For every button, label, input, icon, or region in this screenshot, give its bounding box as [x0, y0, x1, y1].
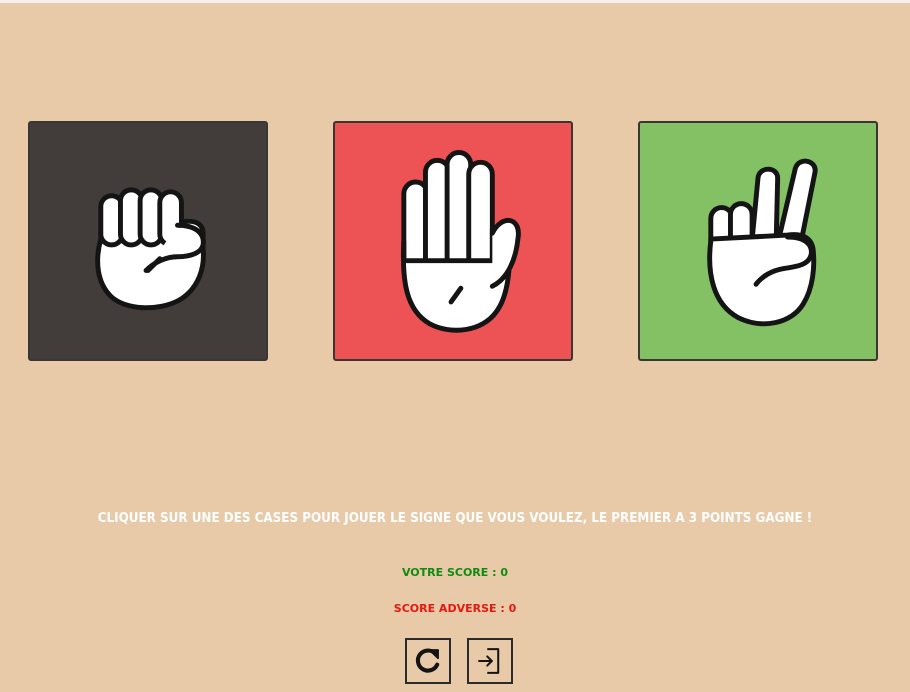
peace-sign-icon	[707, 158, 818, 327]
opponent-score: SCORE ADVERSE : 0	[0, 602, 910, 615]
instruction-text: CLIQUER SUR UNE DES CASES POUR JOUER LE …	[97, 511, 813, 526]
opponent-score-separator: :	[496, 602, 509, 615]
player-score-value: 0	[500, 566, 509, 579]
player-score: VOTRE SCORE : 0	[0, 566, 910, 579]
opponent-score-label: SCORE ADVERSE	[393, 602, 497, 615]
scissors-card[interactable]	[638, 121, 878, 361]
rock-card[interactable]	[28, 121, 268, 361]
fist-icon	[95, 187, 206, 311]
player-score-label: VOTRE SCORE	[401, 566, 489, 579]
restart-button[interactable]	[405, 638, 451, 684]
exit-icon	[478, 648, 500, 674]
top-strip	[0, 0, 910, 3]
restart-icon	[415, 648, 440, 673]
open-hand-icon	[400, 150, 521, 333]
player-score-separator: :	[488, 566, 501, 579]
paper-card[interactable]	[333, 121, 573, 361]
exit-button[interactable]	[467, 638, 513, 684]
opponent-score-value: 0	[508, 602, 517, 615]
